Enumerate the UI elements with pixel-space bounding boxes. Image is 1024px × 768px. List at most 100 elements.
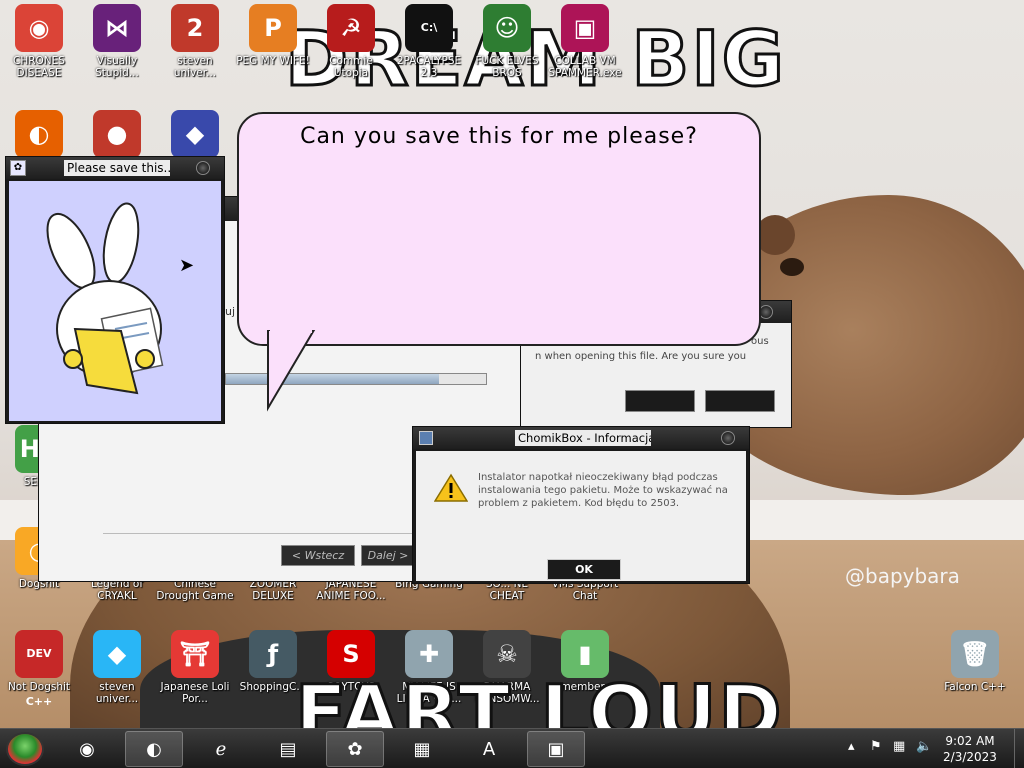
chrome-icon: ◉ bbox=[79, 738, 95, 760]
chrome-icon: ◉ bbox=[15, 4, 63, 52]
bunny-canvas: ➤ bbox=[9, 181, 221, 421]
warning-text-fragment-2: n when opening this file. Are you sure y… bbox=[535, 351, 747, 362]
desktop-icon-label: COLLAB VM SPAMMER.exe bbox=[548, 55, 622, 79]
action-center-flag-icon[interactable]: ⚑ bbox=[870, 739, 882, 754]
installer-text-fragment: uj bbox=[225, 305, 236, 318]
bunny-icon: ✿ bbox=[347, 738, 363, 760]
explorer-icon: ▤ bbox=[279, 738, 297, 760]
show-desktop-button[interactable] bbox=[1014, 729, 1024, 768]
spammer-icon: ▣ bbox=[561, 4, 609, 52]
warning-button-1[interactable] bbox=[625, 390, 695, 412]
desktop-icon-recycle-bin[interactable]: 🗑 Falcon C++ bbox=[936, 630, 1014, 693]
desktop-icon-label: steven univer... bbox=[173, 55, 217, 79]
network-icon[interactable]: ▦ bbox=[893, 739, 905, 754]
angry-birds-icon: ● bbox=[93, 110, 141, 158]
desktop-icon-devcpp[interactable]: DEV C++ Not Dogshit bbox=[0, 630, 78, 708]
back-button[interactable]: < Wstecz bbox=[281, 545, 355, 566]
winrar-icon: ▦ bbox=[413, 738, 431, 760]
elf-icon: ☺ bbox=[483, 4, 531, 52]
desktop-icon-label: 2PACALYPSE 2.3 bbox=[396, 55, 462, 79]
desktop-icon-visual-studio[interactable]: ⋈ Visually Stupid... bbox=[78, 4, 156, 79]
desktop-icon-label: steven univer... bbox=[95, 681, 139, 705]
bunny-with-folder-image bbox=[46, 202, 164, 395]
warning-icon bbox=[434, 473, 468, 502]
taskbar-button-explorer[interactable]: ▤ bbox=[259, 731, 317, 767]
installer-icon: ▣ bbox=[547, 738, 565, 760]
desktop-icon-diamond[interactable]: ◆ steven univer... bbox=[78, 630, 156, 705]
ok-button[interactable]: OK bbox=[547, 559, 621, 580]
bunny-window-title: Please save this... bbox=[64, 160, 170, 176]
wallpaper-capybara-eye bbox=[780, 258, 804, 276]
desktop-icon-label: Visually Stupid... bbox=[95, 55, 139, 79]
desktop-icon-peggle[interactable]: P PEG MY WIFE! bbox=[234, 4, 312, 67]
close-icon[interactable] bbox=[196, 161, 210, 175]
speech-bubble-text: Can you save this for me please? bbox=[300, 124, 698, 149]
speech-bubble-tail bbox=[267, 330, 316, 412]
desktop-icon-torii[interactable]: ⛩ Japanese Loli Por... bbox=[156, 630, 234, 705]
speech-bubble: Can you save this for me please? bbox=[237, 112, 761, 346]
installer-progress-fill bbox=[226, 374, 440, 384]
desktop-icon-label: CHRONES DISEASE bbox=[13, 55, 65, 79]
desktop-icon-elf[interactable]: ☺ FUCK ELVES BROS bbox=[468, 4, 546, 79]
desktop-icon-chrome[interactable]: ◉ CHRONES DISEASE bbox=[0, 4, 78, 79]
desktop-icon-label: Falcon C++ bbox=[944, 681, 1006, 693]
taskbar-button-firefox[interactable]: ◐ bbox=[125, 731, 183, 767]
firefox-icon: ◐ bbox=[15, 110, 63, 158]
taskbar: ◉ ◐ ℯ ▤ ✿ ▦ A ▣ ▴ ⚑ ▦ 🔈 9:02 AM 2/3/2023 bbox=[0, 728, 1024, 768]
installer-small-icon bbox=[419, 431, 433, 445]
desktop-icon-commie[interactable]: ☭ Commie Utopia bbox=[312, 4, 390, 79]
recycle-bin-icon: 🗑 bbox=[951, 630, 999, 678]
desktop-icon-label: FUCK ELVES BROS bbox=[475, 55, 539, 79]
desktop-icon-label: PEG MY WIFE! bbox=[236, 55, 310, 67]
close-icon[interactable] bbox=[721, 431, 735, 445]
desktop[interactable]: DREAM BIG @bapybara ◉ CHRONES DISEASE ⋈ Vis… bbox=[0, 0, 1024, 728]
watermark-text: @bapybara bbox=[845, 564, 960, 588]
bunny-app-icon: ✿ bbox=[10, 160, 26, 176]
steven-universe-icon: 2 bbox=[171, 4, 219, 52]
firefox-icon: ◐ bbox=[146, 738, 162, 760]
wallpaper-capybara-ear bbox=[755, 215, 795, 255]
system-clock[interactable]: 9:02 AM 2/3/2023 bbox=[935, 733, 1005, 765]
diamond-icon: ◆ bbox=[93, 630, 141, 678]
bunny-window[interactable]: ✿ Please save this... ➤ bbox=[5, 156, 225, 424]
start-orb-icon[interactable] bbox=[6, 732, 44, 766]
torii-icon: ⛩ bbox=[171, 630, 219, 678]
chomikbox-body: Instalator napotkał nieoczekiwany błąd p… bbox=[416, 451, 746, 581]
meme-bottom-text: FART LOUD bbox=[294, 667, 784, 729]
desktop-icon-angry-birds[interactable]: ● bbox=[78, 110, 156, 161]
taskbar-button-wordpad[interactable]: A bbox=[460, 731, 518, 767]
desktop-icon-firefox[interactable]: ◐ bbox=[0, 110, 78, 161]
chomikbox-title: ChomikBox - Informacja bbox=[515, 430, 651, 446]
desktop-icon-label: Not Dogshit bbox=[7, 681, 71, 693]
commie-icon: ☭ bbox=[327, 4, 375, 52]
devcpp-icon: DEV C++ bbox=[15, 630, 63, 708]
taskbar-button-winrar[interactable]: ▦ bbox=[393, 731, 451, 767]
desktop-icon-label: Japanese Loli Por... bbox=[160, 681, 230, 705]
desktop-icon-cmd[interactable]: C:\ 2PACALYPSE 2.3 bbox=[390, 4, 468, 79]
visual-studio-icon: ⋈ bbox=[93, 4, 141, 52]
show-hidden-icons[interactable]: ▴ bbox=[848, 739, 855, 754]
desktop-icon-label: Commie Utopia bbox=[329, 55, 373, 79]
bejeweled-icon: ◆ bbox=[171, 110, 219, 158]
wordpad-icon: A bbox=[482, 738, 496, 760]
cmd-icon: C:\ bbox=[405, 4, 453, 52]
desktop-icon-bejeweled[interactable]: ◆ bbox=[156, 110, 234, 161]
taskbar-button-chrome[interactable]: ◉ bbox=[58, 731, 116, 767]
mouse-cursor-icon: ➤ bbox=[179, 255, 195, 276]
peggle-icon: P bbox=[249, 4, 297, 52]
next-button[interactable]: Dalej > bbox=[361, 545, 415, 566]
clock-time: 9:02 AM bbox=[945, 734, 995, 748]
desktop-icon-steven-universe[interactable]: 2 steven univer... bbox=[156, 4, 234, 79]
desktop-icon-spammer[interactable]: ▣ COLLAB VM SPAMMER.exe bbox=[546, 4, 624, 79]
close-icon[interactable] bbox=[759, 305, 773, 319]
flash-icon: ƒ bbox=[249, 630, 297, 678]
ie-icon: ℯ bbox=[215, 738, 227, 760]
warning-button-2[interactable] bbox=[705, 390, 775, 412]
taskbar-button-bunny[interactable]: ✿ bbox=[326, 731, 384, 767]
taskbar-button-ie[interactable]: ℯ bbox=[192, 731, 250, 767]
chomikbox-dialog[interactable]: ChomikBox - Informacja Instalator napotk… bbox=[412, 426, 750, 584]
clock-date: 2/3/2023 bbox=[943, 750, 997, 764]
volume-icon[interactable]: 🔈 bbox=[916, 739, 932, 754]
taskbar-button-installer[interactable]: ▣ bbox=[527, 731, 585, 767]
chomikbox-message: Instalator napotkał nieoczekiwany błąd p… bbox=[478, 472, 728, 509]
